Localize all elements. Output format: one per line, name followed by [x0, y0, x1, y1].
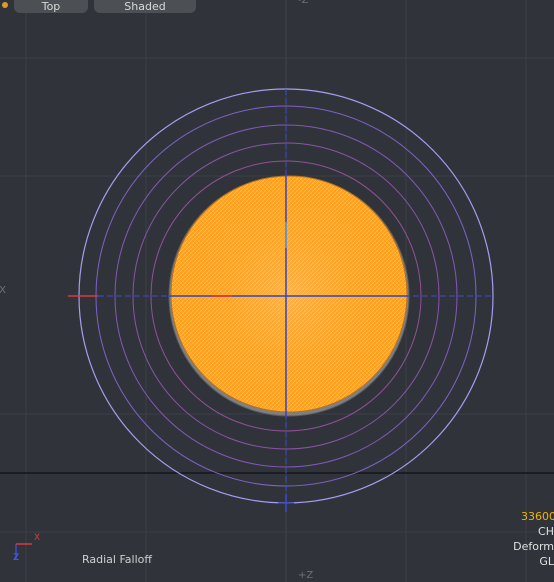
viewport-canvas[interactable] — [0, 0, 554, 582]
axis-label-top: -Z — [298, 0, 309, 6]
axis-label-bottom: +Z — [298, 570, 314, 581]
status-line-3: Deform — [513, 540, 554, 553]
status-line-4: GL — [539, 555, 554, 568]
shading-mode-dropdown[interactable]: Shaded — [94, 0, 196, 13]
active-tool-label: Radial Falloff — [82, 553, 152, 566]
status-line-2: CH — [538, 525, 554, 538]
axis-label-left: -X — [0, 285, 6, 296]
3d-viewport[interactable]: Top Shaded -Z +Z -X X Z Radial Falloff 3… — [0, 0, 554, 582]
viewport-menu-icon[interactable] — [0, 0, 12, 12]
gizmo-x-label: X — [34, 533, 41, 543]
gizmo-z-label: Z — [13, 553, 20, 563]
view-type-dropdown[interactable]: Top — [14, 0, 88, 13]
viewport-header: Top Shaded — [0, 0, 554, 14]
poly-count: 33600 — [521, 510, 554, 523]
